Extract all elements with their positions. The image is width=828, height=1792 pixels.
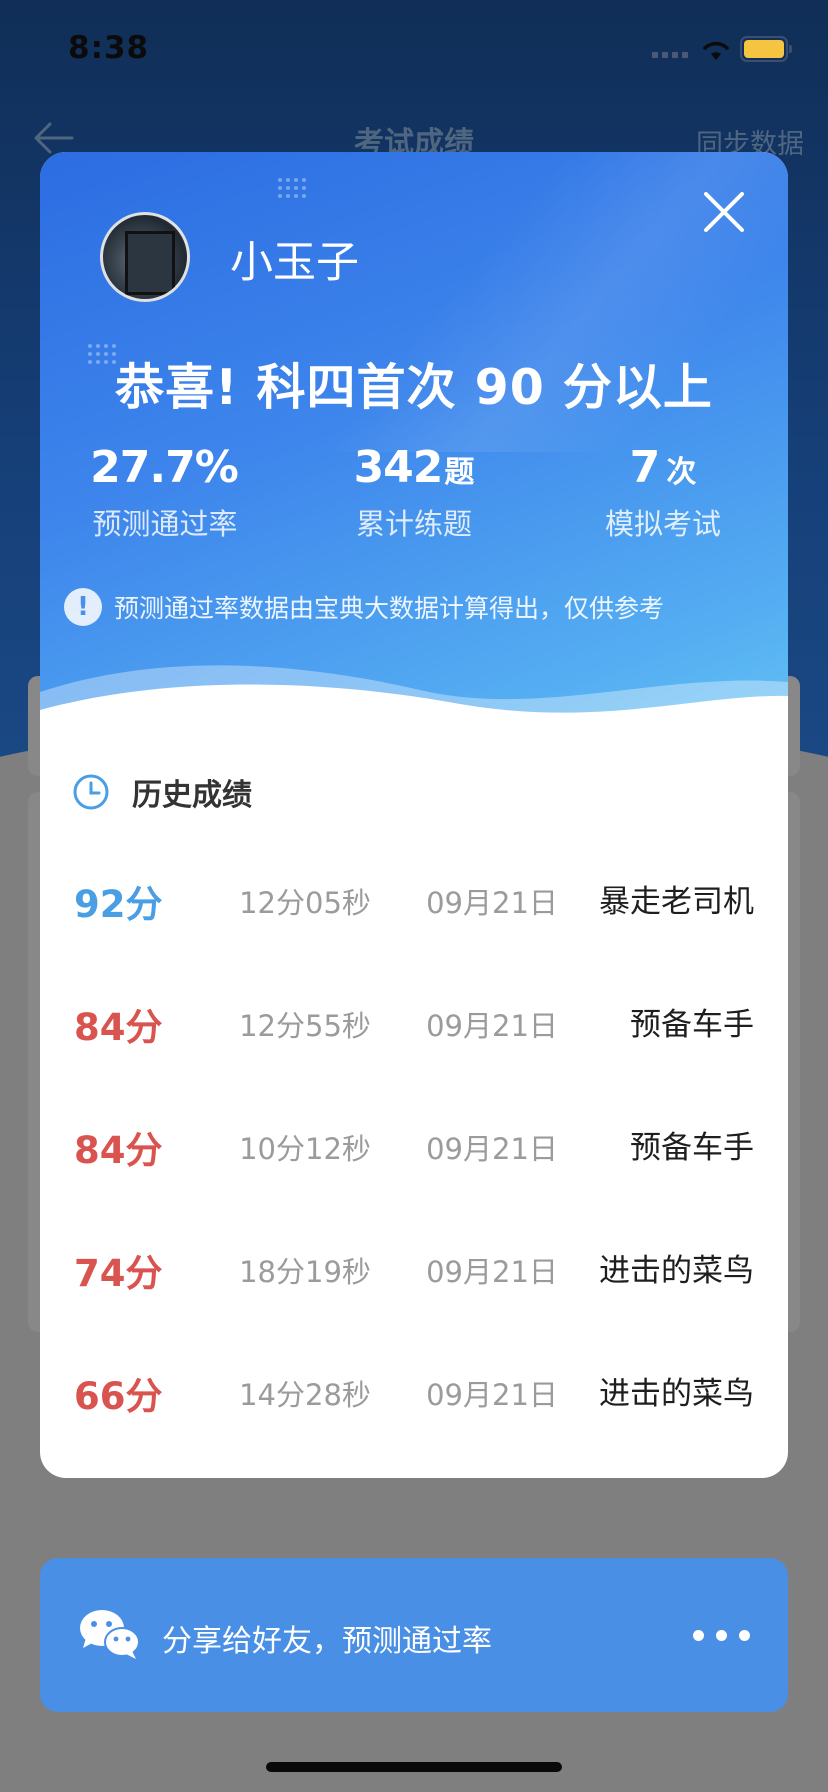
history-header: 历史成绩: [72, 770, 252, 814]
exam-date: 09月21日: [426, 1255, 558, 1289]
stat-unit: 题: [444, 455, 475, 490]
history-row[interactable]: 84分 12分55秒 09月21日 预备车手: [40, 965, 788, 1088]
score: 84分: [74, 1006, 163, 1049]
stat-mock-exams: 7 次 模拟考试: [538, 442, 788, 543]
history-title: 历史成绩: [132, 778, 252, 813]
exam-date: 09月21日: [426, 1132, 558, 1166]
stat-label: 预测通过率: [92, 507, 238, 541]
decorative-dots: [278, 178, 306, 198]
share-text: 分享给好友，预测通过率: [162, 1624, 492, 1659]
score: 92分: [74, 883, 163, 926]
history-row[interactable]: 84分 10分12秒 09月21日 预备车手: [40, 1088, 788, 1211]
stat-pass-rate: 27.7% 预测通过率: [40, 442, 290, 543]
stat-total-questions: 342题 累计练题: [289, 442, 539, 543]
rank-title: 进击的菜鸟: [599, 1253, 754, 1289]
duration: 12分05秒: [239, 886, 371, 920]
duration: 10分12秒: [239, 1132, 371, 1166]
wave-divider: [40, 665, 788, 752]
prediction-notice: ! 预测通过率数据由宝典大数据计算得出，仅供参考: [64, 588, 664, 626]
close-icon[interactable]: [702, 190, 746, 234]
home-indicator[interactable]: [266, 1762, 562, 1772]
rank-title: 进击的菜鸟: [599, 1376, 754, 1412]
wechat-icon: [80, 1610, 140, 1659]
exam-date: 09月21日: [426, 1009, 558, 1043]
duration: 12分55秒: [239, 1009, 371, 1043]
score: 74分: [74, 1252, 163, 1295]
stat-label: 模拟考试: [604, 507, 721, 541]
score: 66分: [74, 1375, 163, 1418]
duration: 18分19秒: [239, 1255, 371, 1289]
stat-label: 累计练题: [355, 507, 472, 541]
stat-value: 342: [353, 442, 444, 493]
stat-unit: 次: [666, 455, 697, 490]
clock-icon: [73, 774, 109, 810]
score-modal: 小玉子 恭喜! 科四首次 90 分以上 27.7% 预测通过率 342题 累计练…: [40, 152, 788, 1478]
history-row[interactable]: 74分 18分19秒 09月21日 进击的菜鸟: [40, 1211, 788, 1334]
wifi-icon: [703, 41, 729, 60]
info-icon: !: [64, 588, 102, 626]
exam-date: 09月21日: [426, 886, 558, 920]
rank-title: 预备车手: [630, 1007, 754, 1043]
username: 小玉子: [230, 238, 359, 288]
duration: 14分28秒: [239, 1378, 371, 1412]
status-bar: 8:38: [0, 0, 828, 100]
cellular-signal-icon: [652, 52, 688, 58]
battery-icon: [740, 36, 792, 62]
more-dots-icon[interactable]: [693, 1630, 750, 1641]
stat-value: 7: [629, 442, 661, 493]
stat-value: 27.7%: [90, 442, 239, 493]
history-row[interactable]: 66分 14分28秒 09月21日 进击的菜鸟: [40, 1334, 788, 1457]
notice-text: 预测通过率数据由宝典大数据计算得出，仅供参考: [114, 594, 665, 623]
score: 84分: [74, 1129, 163, 1172]
exam-date: 09月21日: [426, 1378, 558, 1412]
rank-title: 暴走老司机: [599, 884, 754, 920]
history-row[interactable]: 92分 12分05秒 09月21日 暴走老司机: [40, 842, 788, 965]
share-button[interactable]: 分享给好友，预测通过率: [40, 1558, 788, 1712]
avatar: [100, 212, 190, 302]
rank-title: 预备车手: [630, 1130, 754, 1166]
status-time: 8:38: [68, 30, 150, 66]
congrats-headline: 恭喜! 科四首次 90 分以上: [115, 359, 713, 416]
